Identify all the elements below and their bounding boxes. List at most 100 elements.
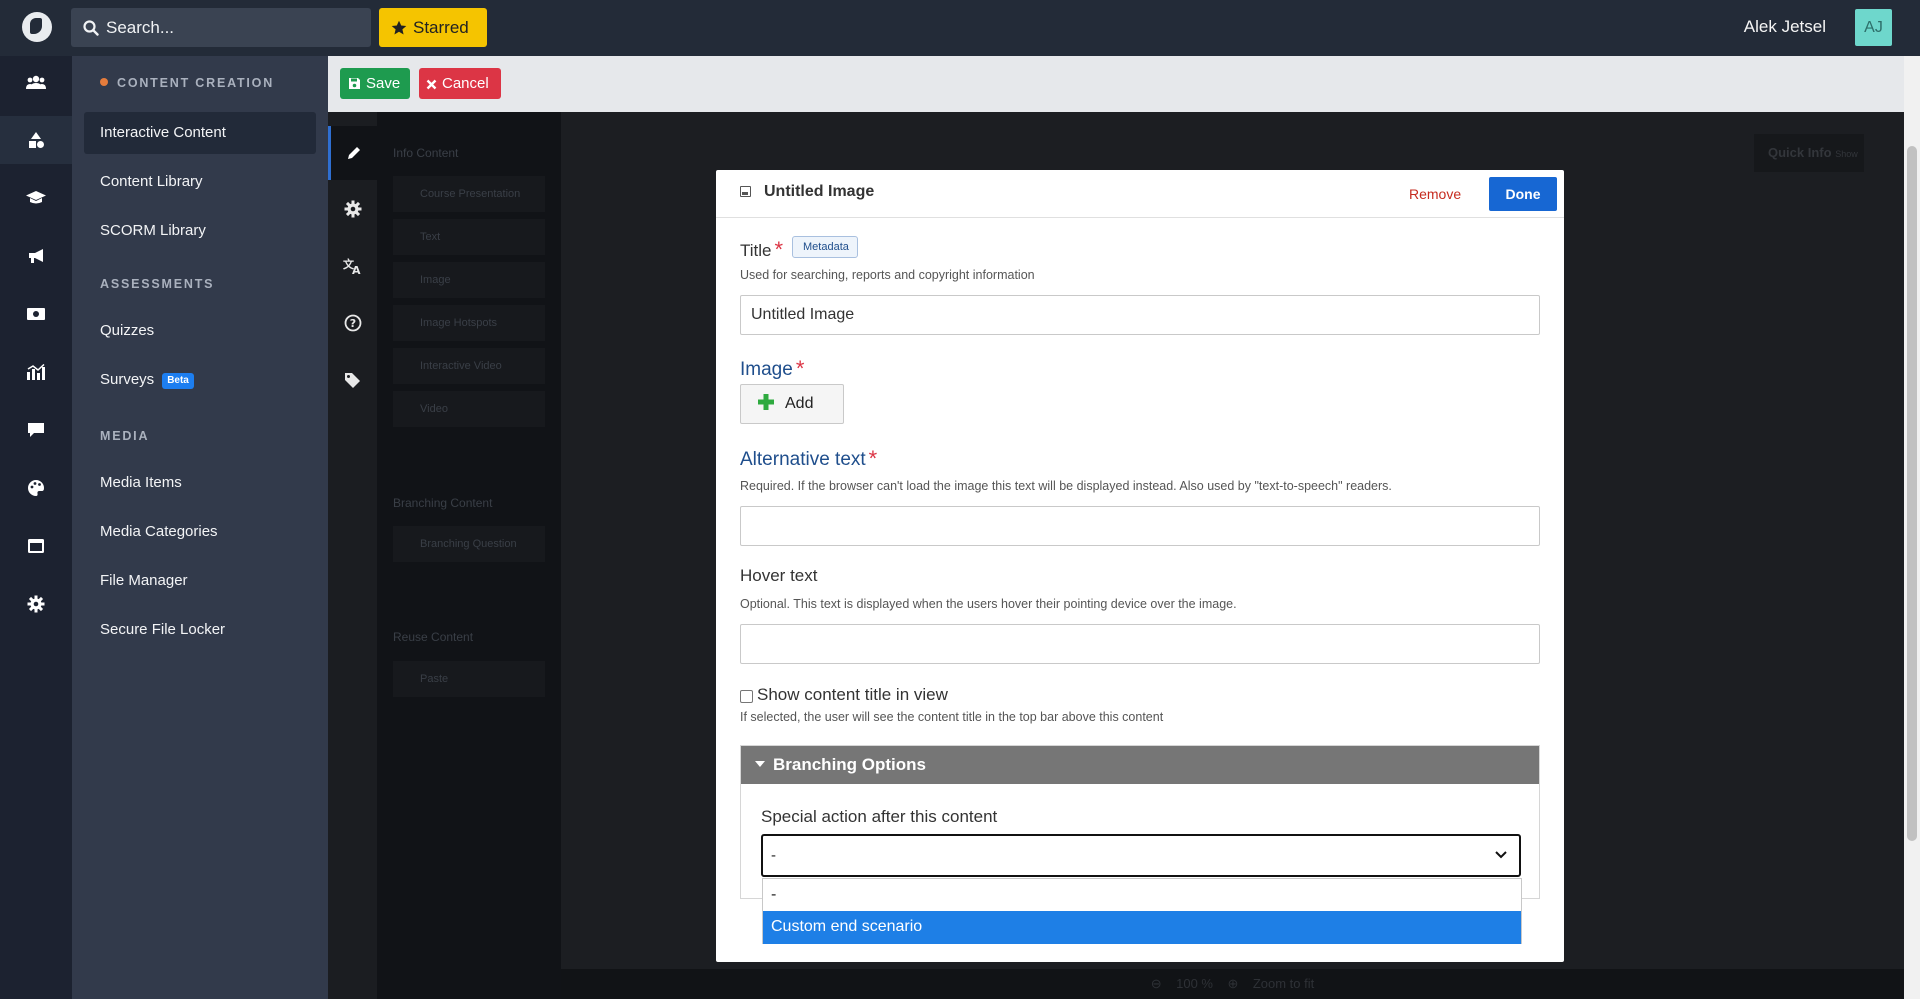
nav-panel: CONTENT CREATION Interactive Content Con… [72,56,328,999]
branching-options-panel: Branching Options Special action after t… [740,745,1540,899]
alt-text-help: Required. If the browser can't load the … [740,479,1392,493]
zoom-out-icon[interactable]: ⊖ [1151,976,1162,991]
tool-edit[interactable] [328,126,377,180]
branching-options-toggle[interactable]: Branching Options [741,746,1539,784]
dialog-header: Untitled Image Remove Done [716,170,1564,218]
content-type-item[interactable]: Interactive Video [393,348,545,384]
chevron-down-icon [1495,851,1507,859]
save-button[interactable]: Save [340,68,410,99]
page-scrollbar[interactable] [1904,56,1920,999]
search-placeholder: Search... [106,18,175,37]
nav-item-secure-file-locker[interactable]: Secure File Locker [84,609,316,651]
zoom-bar: ⊖ 100 % ⊕ Zoom to fit [561,969,1904,999]
quick-info-show: Show [1835,149,1858,159]
comment-icon [28,423,44,437]
title-input[interactable]: Untitled Image [740,295,1540,335]
show-title-checkbox[interactable] [740,690,753,703]
content-type-item[interactable]: Text [393,219,545,255]
title-label-text: Title [740,241,772,260]
show-title-help: If selected, the user will see the conte… [740,710,1164,724]
starred-label: Starred [413,18,469,37]
rail-content[interactable] [0,116,72,164]
image-icon [740,186,751,197]
rail-payments[interactable] [0,290,72,338]
content-type-item[interactable]: Image Hotspots [393,305,545,341]
app-logo-icon[interactable] [22,12,52,42]
nav-item-media-categories[interactable]: Media Categories [84,511,316,553]
chart-icon [27,364,45,380]
star-icon [391,20,407,35]
rail-branding[interactable] [0,464,72,512]
plus-icon [758,394,774,410]
cancel-button[interactable]: Cancel [419,68,501,99]
remove-button[interactable]: Remove [1409,186,1461,202]
scrollbar-thumb[interactable] [1907,146,1917,841]
gear-icon [344,200,361,218]
branching-content-heading: Branching Content [393,496,493,510]
nav-item-interactive-content[interactable]: Interactive Content [84,112,316,154]
nav-item-label: Surveys [100,371,155,388]
show-title-label[interactable]: Show content title in view [757,685,948,705]
avatar[interactable]: AJ [1855,9,1892,46]
floppy-icon [349,78,360,89]
cancel-label: Cancel [442,75,489,92]
content-type-item[interactable]: Branching Question [393,526,545,562]
option-custom-end-scenario[interactable]: Custom end scenario [763,911,1521,944]
alt-text-input[interactable] [740,506,1540,546]
zoom-to-fit-button[interactable]: Zoom to fit [1253,976,1314,991]
rail-reports[interactable] [0,348,72,396]
info-content-heading: Info Content [393,146,459,160]
rail-users[interactable] [0,58,72,106]
title-help: Used for searching, reports and copyrigh… [740,268,1035,282]
special-action-value: - [771,847,776,864]
nav-item-file-manager[interactable]: File Manager [84,560,316,602]
shapes-icon [29,132,44,148]
icon-rail [0,56,72,999]
svg-text:A: A [352,264,361,275]
nav-item-media-items[interactable]: Media Items [84,462,316,504]
rail-courses[interactable] [0,174,72,222]
content-type-item[interactable]: Paste [393,661,545,697]
nav-item-surveys[interactable]: Surveys Beta [84,359,316,401]
quick-info-label: Quick Info [1768,145,1832,160]
top-bar: Search... Starred Alek Jetsel AJ [0,0,1920,56]
tool-settings[interactable] [328,182,377,236]
required-mark: * [774,237,784,262]
action-bar: Save Cancel [328,56,1904,112]
option-none[interactable]: - [763,879,1521,911]
nav-item-scorm-library[interactable]: SCORM Library [84,210,316,252]
hover-text-label: Hover text [740,566,818,585]
tool-tags[interactable] [328,353,377,407]
special-action-select[interactable]: - [761,834,1521,877]
quick-info-toggle[interactable]: Quick Info Show [1754,134,1864,172]
tool-translate[interactable]: 文A [328,239,377,293]
content-type-item[interactable]: Video [393,391,545,427]
nav-section-content-creation: CONTENT CREATION [100,76,274,90]
gear-icon [27,595,45,613]
tool-help[interactable]: ? [328,296,377,350]
nav-item-content-library[interactable]: Content Library [84,161,316,203]
rail-pages[interactable] [0,522,72,570]
palette-icon [28,480,44,496]
hover-text-input[interactable] [740,624,1540,664]
starred-button[interactable]: Starred [379,8,487,47]
alt-text-label: Alternative text * [740,446,877,472]
rail-announcements[interactable] [0,232,72,280]
rail-settings[interactable] [0,580,72,628]
content-type-item[interactable]: Course Presentation [393,176,545,212]
image-label-text: Image [740,359,793,380]
editor-tool-rail: 文A ? [328,112,377,999]
content-type-item[interactable]: Image [393,262,545,298]
nav-item-quizzes[interactable]: Quizzes [84,310,316,352]
users-icon [26,75,46,89]
add-image-button[interactable]: Add [740,384,844,424]
image-edit-dialog: Untitled Image Remove Done Title * Metada… [716,170,1564,962]
rail-messages[interactable] [0,406,72,454]
zoom-in-icon[interactable]: ⊕ [1227,976,1238,991]
user-name[interactable]: Alek Jetsel [1744,17,1826,37]
search-input[interactable]: Search... [71,8,371,47]
nav-section-media: MEDIA [100,429,150,443]
done-button[interactable]: Done [1489,177,1557,211]
metadata-button[interactable]: Metadata [792,236,858,258]
image-label: Image * [740,356,804,382]
